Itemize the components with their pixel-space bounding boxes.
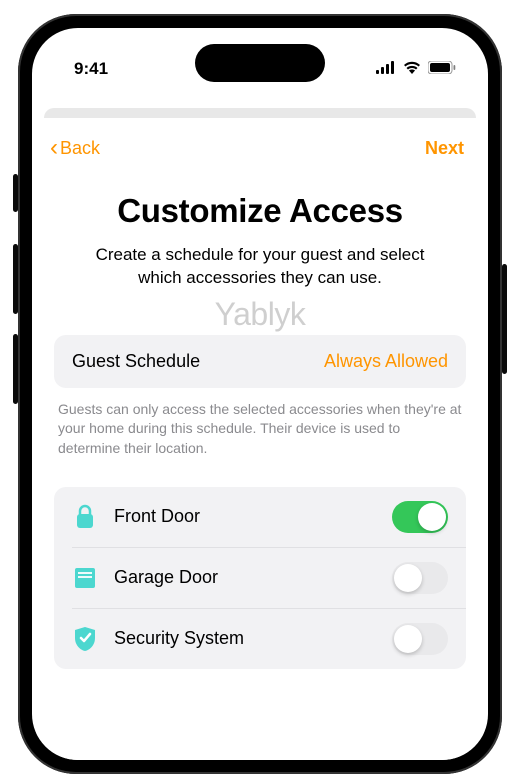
- accessory-label: Garage Door: [114, 567, 376, 588]
- dynamic-island: [195, 44, 325, 82]
- schedule-label: Guest Schedule: [72, 351, 200, 372]
- battery-icon: [428, 59, 456, 79]
- wifi-icon: [403, 59, 421, 79]
- nav-bar: ‹ Back Next: [36, 118, 484, 172]
- garage-icon: [72, 565, 98, 591]
- accessory-row-security-system: Security System: [72, 609, 466, 669]
- sheet-backdrop: [44, 108, 476, 118]
- security-system-toggle[interactable]: [392, 623, 448, 655]
- watermark: Yablyk: [36, 296, 484, 333]
- toggle-knob: [394, 564, 422, 592]
- page-title: Customize Access: [36, 192, 484, 230]
- status-indicators: [376, 59, 456, 79]
- back-button[interactable]: ‹ Back: [50, 136, 100, 160]
- garage-door-toggle[interactable]: [392, 562, 448, 594]
- front-door-toggle[interactable]: [392, 501, 448, 533]
- screen: 9:41: [32, 28, 488, 760]
- phone-frame: 9:41: [18, 14, 502, 774]
- status-time: 9:41: [74, 59, 108, 79]
- side-button: [13, 334, 18, 404]
- page-subtitle: Create a schedule for your guest and sel…: [72, 244, 448, 290]
- next-button[interactable]: Next: [425, 138, 464, 159]
- accessory-row-garage-door: Garage Door: [72, 548, 466, 609]
- side-button: [13, 244, 18, 314]
- back-label: Back: [60, 138, 100, 159]
- accessory-row-front-door: Front Door: [72, 487, 466, 548]
- toggle-knob: [394, 625, 422, 653]
- guest-schedule-row[interactable]: Guest Schedule Always Allowed: [54, 335, 466, 388]
- shield-icon: [72, 626, 98, 652]
- side-button: [502, 264, 507, 374]
- schedule-help-text: Guests can only access the selected acce…: [58, 400, 462, 459]
- modal-sheet: ‹ Back Next Customize Access Create a sc…: [36, 118, 484, 760]
- cellular-icon: [376, 59, 396, 79]
- side-button: [13, 174, 18, 212]
- accessory-list: Front Door Garage Door: [54, 487, 466, 669]
- toggle-knob: [418, 503, 446, 531]
- accessory-label: Security System: [114, 628, 376, 649]
- schedule-value: Always Allowed: [324, 351, 448, 372]
- lock-icon: [72, 504, 98, 530]
- accessory-label: Front Door: [114, 506, 376, 527]
- chevron-left-icon: ‹: [50, 136, 58, 160]
